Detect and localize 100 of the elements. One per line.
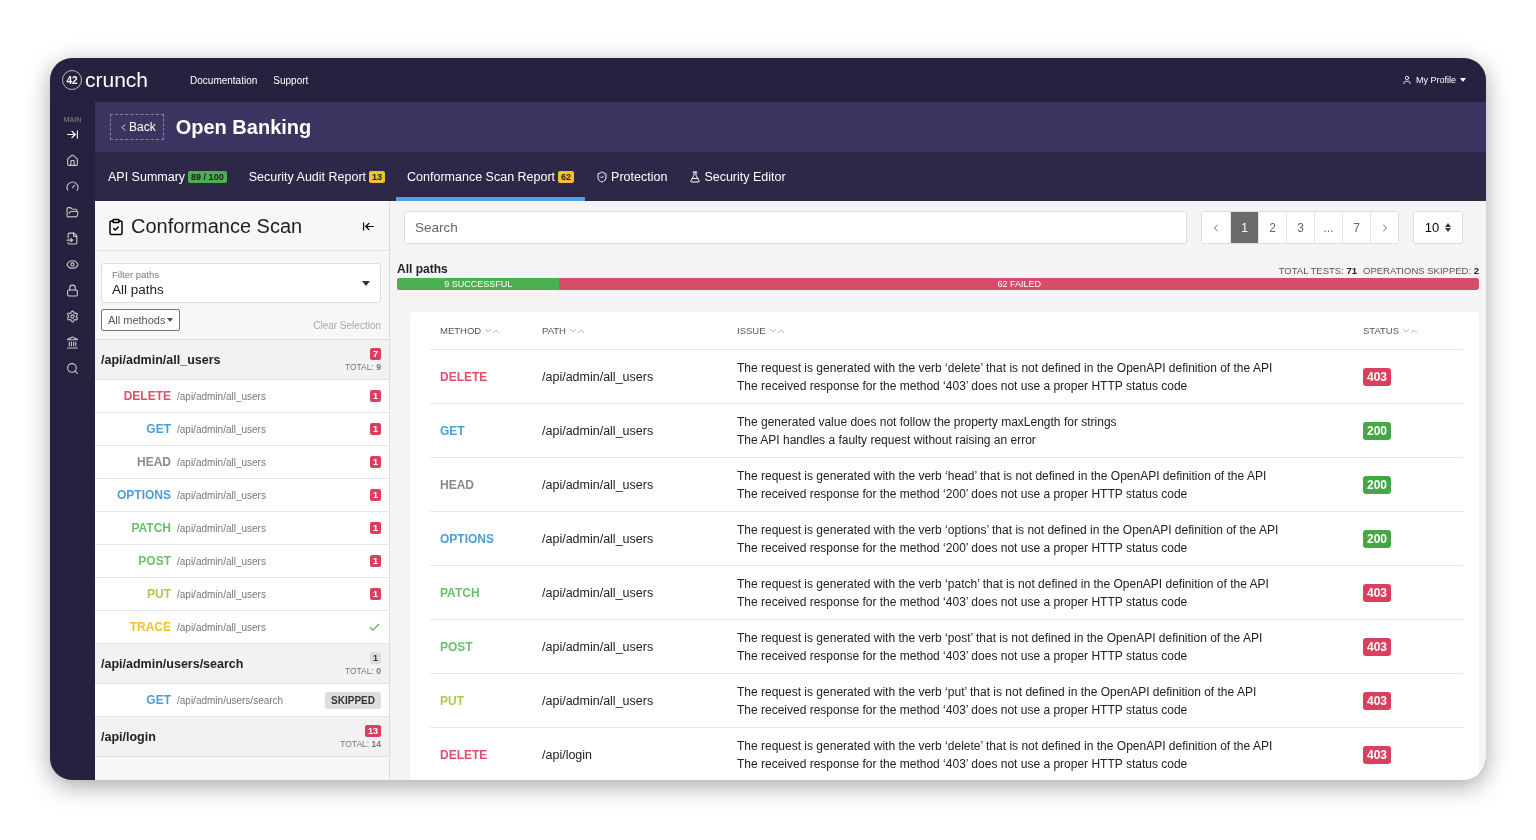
page-size-select[interactable]: 10 (1413, 211, 1463, 244)
method-label: GET (145, 422, 171, 436)
method-label: HEAD (440, 477, 475, 492)
arrow-to-line-icon[interactable] (66, 128, 79, 141)
tab[interactable]: Security Editor (678, 152, 797, 201)
method-row[interactable]: DELETE /api/admin/all_users 1 (95, 380, 389, 413)
caret-icon (1460, 78, 1466, 82)
path-cell-text: /api/admin/all_users (542, 639, 655, 654)
status-badge: 403 (1363, 637, 1392, 656)
method-row[interactable]: GET /api/admin/users/search SKIPPED (95, 684, 389, 717)
column-header[interactable]: PATH (542, 325, 566, 336)
method-row[interactable]: PATCH /api/admin/all_users 1 (95, 512, 389, 545)
collapse-icon[interactable] (362, 220, 375, 233)
operations-skipped-label: OPERATIONS SKIPPED: 2 (1363, 265, 1479, 276)
path-cell-text: /api/login (542, 747, 594, 762)
count-badge: 1 (370, 390, 381, 402)
tab[interactable]: API Summary 89 / 100 (97, 152, 238, 201)
issue-text: The received response for the method ‘200’ does not use a proper HTTP status code (737, 486, 1189, 501)
status-badge: 200 (1363, 421, 1392, 440)
nav-link[interactable]: Support (273, 74, 309, 86)
gauge-icon[interactable] (66, 180, 79, 193)
file-icon[interactable] (66, 232, 79, 245)
count-badge: 1 (370, 489, 381, 501)
page-title: Open Banking (175, 115, 312, 139)
status-badge: 403 (1363, 691, 1392, 710)
count-badge: 1 (370, 423, 381, 435)
page-button[interactable]: 1 (1230, 212, 1258, 243)
path-label: /api/admin/all_users (177, 390, 267, 402)
method-row[interactable]: POST /api/admin/all_users 1 (95, 545, 389, 578)
tab[interactable]: Conformance Scan Report 62 (396, 152, 586, 201)
method-label: PUT (440, 693, 465, 708)
method-row[interactable]: PUT /api/admin/all_users 1 (95, 578, 389, 611)
bank-icon[interactable] (66, 336, 79, 349)
path-cell-text: /api/admin/all_users (542, 531, 655, 546)
home-icon[interactable] (66, 154, 79, 167)
method-row[interactable]: HEAD /api/admin/all_users 1 (95, 446, 389, 479)
column-header[interactable]: METHOD (440, 325, 482, 336)
methods-dropdown[interactable]: All methods (101, 309, 181, 331)
path-label: /api/admin/all_users (177, 555, 267, 567)
folder-icon[interactable] (66, 206, 79, 219)
issue-text: The generated value does not follow the property maxLength for strings (737, 414, 1118, 429)
path-cell-text: /api/admin/all_users (542, 693, 655, 708)
path-group[interactable]: /api/login 13 TOTAL: 14 (95, 717, 389, 757)
sidebar-title: Conformance Scan (131, 215, 304, 238)
status-badge: 403 (1363, 583, 1392, 602)
filter-paths-select[interactable]: Filter paths All paths (101, 263, 381, 303)
profile-menu[interactable]: My Profile (1396, 74, 1472, 86)
eye-icon[interactable] (66, 258, 79, 271)
lock-icon[interactable] (66, 284, 79, 297)
tab-badge: 62 (558, 170, 575, 183)
tab[interactable]: Security Audit Report 13 (237, 152, 397, 201)
path-group[interactable]: /api/admin/all_users 7 TOTAL: 9 (95, 340, 389, 380)
logo-text: crunch (85, 68, 149, 92)
search-icon[interactable] (66, 362, 79, 375)
success-fill: 9 SUCCESSFUL (397, 278, 560, 290)
total-label: TOTAL: 9 (344, 361, 381, 372)
method-row[interactable]: OPTIONS /api/admin/all_users 1 (95, 479, 389, 512)
back-button[interactable]: Back (110, 114, 164, 140)
column-header[interactable]: ISSUE (737, 325, 766, 336)
method-label: PATCH (130, 521, 171, 535)
method-label: GET (440, 423, 466, 438)
path-cell-text: /api/admin/all_users (542, 423, 655, 438)
count-badge: 1 (370, 522, 381, 534)
issue-text: The request is generated with the verb ‘delete’ that is not defined in the OpenAPI definition of the API (737, 360, 1274, 375)
path-cell-text: /api/admin/all_users (542, 477, 655, 492)
issue-text: The request is generated with the verb ‘options’ that is not defined in the OpenAPI definition of the API (737, 522, 1280, 537)
method-label: DELETE (440, 369, 489, 384)
nav-link[interactable]: Documentation (190, 74, 258, 86)
path-label: /api/admin/all_users (177, 456, 267, 468)
status-badge: 403 (1363, 367, 1392, 386)
issue-text: The received response for the method ‘403’ does not use a proper HTTP status code (737, 702, 1189, 717)
issue-text: The received response for the method ‘403’ does not use a proper HTTP status code (737, 594, 1189, 609)
path-group[interactable]: /api/admin/users/search 1 TOTAL: 0 (95, 644, 389, 684)
tab-badge: 89 / 100 (188, 170, 227, 183)
method-row[interactable]: TRACE /api/admin/all_users (95, 611, 389, 644)
path-label: /api/admin/users/search (177, 694, 285, 706)
count-badge: 1 (370, 456, 381, 468)
path-label: /api/admin/all_users (177, 588, 267, 600)
method-label: OPTIONS (116, 488, 171, 502)
method-label: TRACE (128, 620, 171, 634)
settings-icon[interactable] (66, 310, 79, 323)
method-label: PUT (146, 587, 171, 601)
user-icon (1402, 75, 1412, 85)
caret-icon (362, 280, 370, 286)
tab[interactable]: Protection (585, 152, 679, 201)
method-label: POST (440, 639, 474, 654)
count-badge: 1 (370, 588, 381, 600)
search-field[interactable]: Search (404, 211, 1187, 244)
status-badge: 200 (1363, 529, 1392, 548)
method-row[interactable]: GET /api/admin/all_users 1 (95, 413, 389, 446)
total-label: TOTAL: 0 (344, 665, 381, 676)
issue-text: The request is generated with the verb ‘delete’ that is not defined in the OpenAPI definition of the API (737, 738, 1274, 753)
issue-text: The received response for the method ‘403’ does not use a proper HTTP status code (737, 648, 1189, 663)
shield-icon (596, 170, 609, 183)
path-cell-text: /api/admin/all_users (542, 585, 655, 600)
flask-icon (689, 170, 702, 183)
up-down-caret-icon (1445, 223, 1452, 232)
count-badge: 13 (365, 724, 381, 737)
column-header[interactable]: STATUS (1363, 325, 1400, 336)
method-label: GET (145, 693, 171, 707)
